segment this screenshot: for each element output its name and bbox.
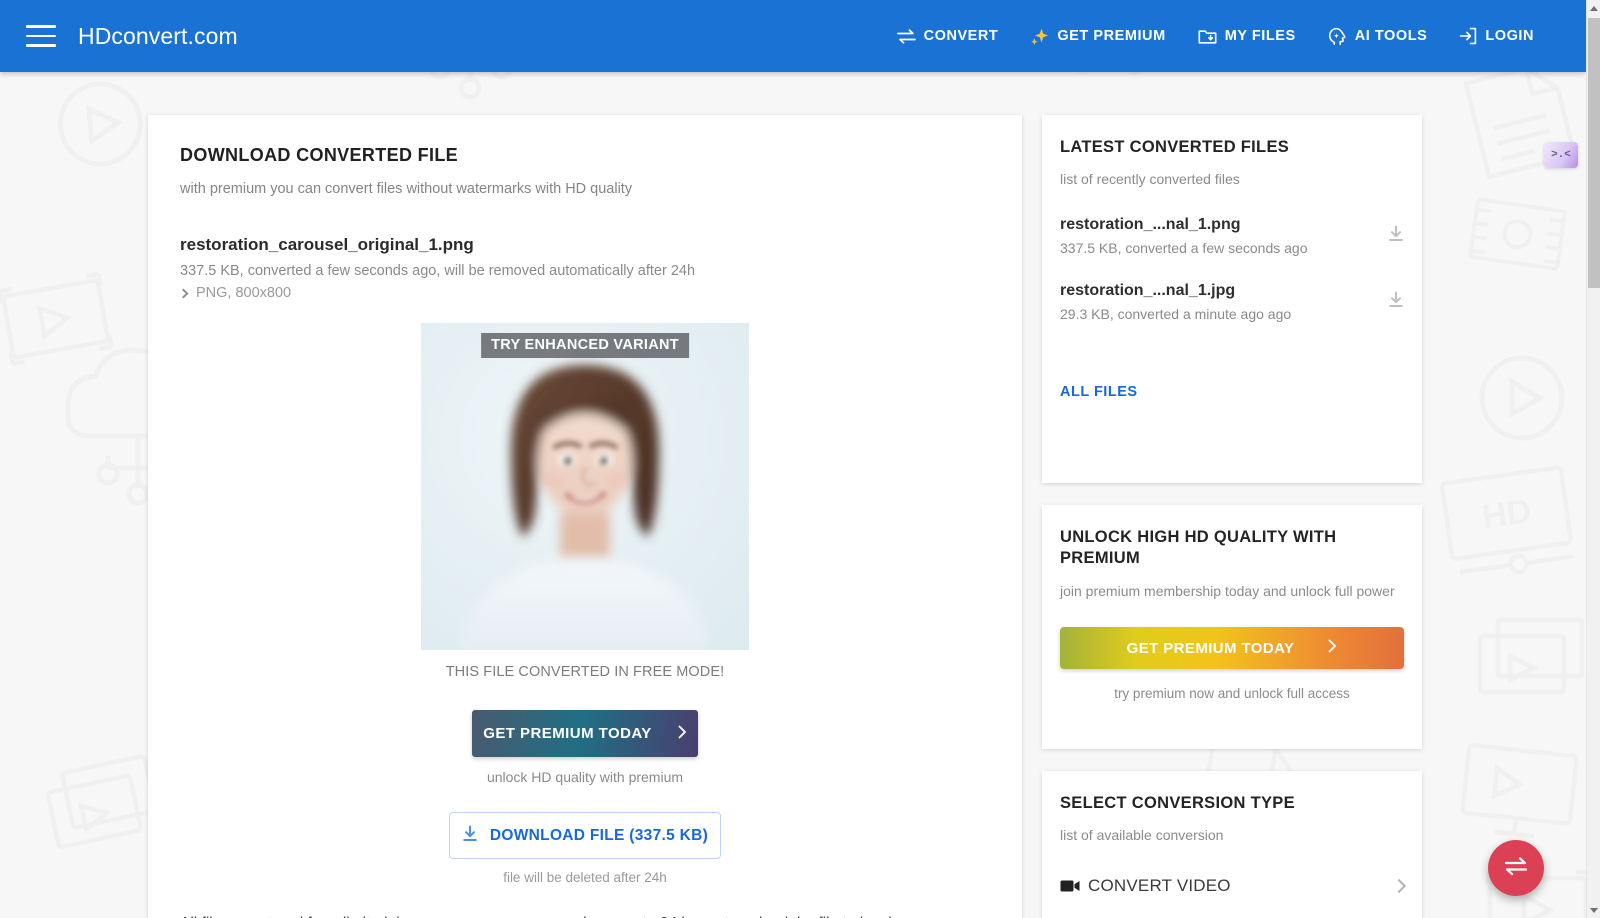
- conversion-panel-subtitle: list of available conversion: [1060, 827, 1224, 844]
- list-item[interactable]: restoration_...nal_1.png 337.5 KB, conve…: [1060, 216, 1404, 256]
- chevron-right-icon: [678, 725, 687, 743]
- list-item-convert-video[interactable]: CONVERT VIDEO: [1060, 875, 1407, 896]
- file-format-expander[interactable]: PNG, 800x800: [178, 285, 990, 301]
- chevron-right-icon: [1391, 878, 1407, 893]
- nav-my-files[interactable]: MY FILES: [1182, 20, 1312, 53]
- free-mode-note: THIS FILE CONVERTED IN FREE MODE!: [445, 664, 725, 680]
- premium-panel-title: UNLOCK HIGH HD QUALITY WITH PREMIUM: [1060, 528, 1337, 568]
- nav-my-files-label: MY FILES: [1224, 28, 1296, 44]
- convert-arrows-icon: [896, 28, 916, 44]
- download-icon[interactable]: [1388, 291, 1404, 313]
- nav-ai-tools[interactable]: AI TOOLS: [1312, 19, 1444, 54]
- premium-note-sidebar: try premium now and unlock full access: [1114, 686, 1350, 702]
- list-item[interactable]: restoration_...nal_1.jpg 29.3 KB, conver…: [1060, 282, 1404, 322]
- preview-section: TRY ENHANCED VARIANT THIS FILE CONVERTED…: [180, 323, 990, 885]
- get-premium-today-label-sidebar: GET PREMIUM TODAY: [1126, 639, 1295, 657]
- page-subtitle: with premium you can convert files witho…: [180, 181, 633, 197]
- scrollbar-thumb[interactable]: [1588, 18, 1600, 288]
- storage-info-text: All files are stored for a limited time …: [180, 913, 990, 918]
- nav-get-premium-label: GET PREMIUM: [1057, 28, 1166, 44]
- nav-convert-label: CONVERT: [923, 28, 999, 44]
- convert-video-label: CONVERT VIDEO: [1088, 875, 1231, 895]
- page-scrollbar[interactable]: [1586, 0, 1600, 918]
- chevron-right-icon: [1328, 639, 1337, 657]
- download-file-label: DOWNLOAD FILE (337.5 KB): [489, 826, 709, 844]
- file-item-name: restoration_...nal_1.jpg: [1060, 281, 1236, 299]
- nav-login-label: LOGIN: [1485, 28, 1534, 44]
- scroll-up-arrow-icon[interactable]: [1587, 0, 1600, 16]
- nav-ai-tools-label: AI TOOLS: [1354, 28, 1428, 44]
- chevron-right-icon: [178, 288, 189, 298]
- download-icon: [462, 825, 478, 847]
- try-enhanced-variant-badge[interactable]: TRY ENHANCED VARIANT: [481, 333, 689, 358]
- latest-files-subtitle: list of recently converted files: [1060, 171, 1240, 188]
- conversion-panel-title: SELECT CONVERSION TYPE: [1060, 794, 1295, 812]
- feedback-widget[interactable]: >.<: [1544, 142, 1578, 168]
- file-item-meta: 29.3 KB, converted a minute ago ago: [1060, 305, 1292, 322]
- feedback-widget-label: >.<: [1551, 149, 1571, 161]
- nav-convert[interactable]: CONVERT: [881, 20, 1015, 52]
- page-viewport: HDconvert.com CONVERT GET PREMIUM MY FIL…: [0, 0, 1600, 918]
- download-icon[interactable]: [1388, 225, 1404, 247]
- sparkle-icon: [1030, 27, 1049, 46]
- nav-get-premium[interactable]: GET PREMIUM: [1014, 19, 1181, 54]
- latest-files-title: LATEST CONVERTED FILES: [1060, 138, 1290, 156]
- premium-panel-subtitle: join premium membership today and unlock…: [1060, 582, 1395, 599]
- folder-download-icon: [1198, 28, 1217, 45]
- main-navigation: CONVERT GET PREMIUM MY FILES AI TOOLS LO…: [881, 19, 1550, 54]
- conversion-type-panel: SELECT CONVERSION TYPE list of available…: [1042, 771, 1422, 918]
- get-premium-today-button-sidebar[interactable]: GET PREMIUM TODAY: [1060, 627, 1404, 670]
- ai-head-icon: [1328, 27, 1347, 46]
- premium-upsell-panel: UNLOCK HIGH HD QUALITY WITH PREMIUM join…: [1042, 505, 1422, 749]
- all-files-link[interactable]: ALL FILES: [1060, 384, 1138, 400]
- file-format-label: PNG, 800x800: [196, 285, 292, 301]
- app-header: HDconvert.com CONVERT GET PREMIUM MY FIL…: [0, 0, 1586, 72]
- swap-conversion-fab[interactable]: [1488, 840, 1544, 896]
- image-preview[interactable]: TRY ENHANCED VARIANT: [421, 323, 749, 650]
- download-file-button[interactable]: DOWNLOAD FILE (337.5 KB): [449, 812, 721, 859]
- get-premium-today-label-main: GET PREMIUM TODAY: [483, 725, 652, 742]
- converted-file-name: restoration_carousel_original_1.png: [180, 235, 474, 254]
- page-title: DOWNLOAD CONVERTED FILE: [180, 145, 459, 165]
- download-card: DOWNLOAD CONVERTED FILE with premium you…: [148, 115, 1022, 918]
- video-camera-icon: [1060, 879, 1088, 893]
- converted-file-meta: 337.5 KB, converted a few seconds ago, w…: [180, 263, 696, 279]
- get-premium-today-button-main[interactable]: GET PREMIUM TODAY: [472, 710, 698, 757]
- swap-arrows-icon: [1503, 856, 1529, 881]
- page-content: DOWNLOAD CONVERTED FILE with premium you…: [0, 72, 1586, 918]
- brand-logo[interactable]: HDconvert.com: [78, 23, 238, 50]
- file-item-meta: 337.5 KB, converted a few seconds ago: [1060, 239, 1308, 256]
- file-item-name: restoration_...nal_1.png: [1060, 215, 1241, 233]
- download-note: file will be deleted after 24h: [503, 870, 667, 885]
- premium-note-main: unlock HD quality with premium: [486, 769, 684, 785]
- latest-converted-files-panel: LATEST CONVERTED FILES list of recently …: [1042, 115, 1422, 483]
- login-arrow-icon: [1459, 27, 1477, 45]
- sidebar: LATEST CONVERTED FILES list of recently …: [1042, 115, 1422, 918]
- scroll-down-arrow-icon[interactable]: [1587, 902, 1600, 918]
- hamburger-menu-icon[interactable]: [26, 25, 56, 47]
- nav-login[interactable]: LOGIN: [1443, 19, 1550, 53]
